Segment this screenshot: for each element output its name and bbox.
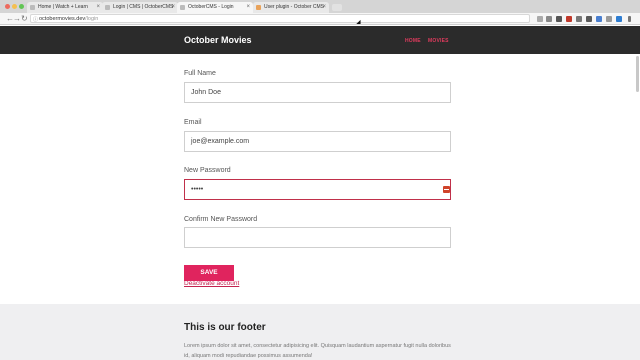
close-tab-icon[interactable]: ×: [246, 2, 250, 13]
page-icon: [180, 5, 185, 10]
footer-text: Lorem ipsum dolor sit amet, consectetur …: [184, 343, 451, 359]
new-password-input[interactable]: •••••: [184, 179, 451, 200]
forward-arrow-icon[interactable]: →: [13, 14, 21, 24]
tab-title: Login | CMS | OctoberCMS: [113, 4, 174, 10]
url-path: /login: [85, 16, 99, 22]
full-name-input[interactable]: John Doe: [184, 82, 451, 103]
save-button[interactable]: SAVE: [184, 265, 234, 281]
new-password-label: New Password: [184, 167, 231, 174]
browser-tab-active[interactable]: OctoberCMS - Login ×: [177, 2, 253, 13]
extension-icon[interactable]: [596, 16, 602, 22]
close-tab-icon[interactable]: ×: [322, 2, 326, 13]
browser-tab[interactable]: Login | CMS | OctoberCMS ×: [102, 2, 178, 13]
brand-link[interactable]: October Movies: [184, 35, 252, 45]
extension-icon[interactable]: [566, 16, 572, 22]
nav-home-link[interactable]: HOME: [405, 38, 421, 44]
close-tab-icon[interactable]: ×: [171, 2, 175, 13]
tab-title: OctoberCMS - Login: [188, 4, 234, 10]
tab-title: User plugin - October CMS: [264, 4, 325, 10]
full-name-label: Full Name: [184, 70, 216, 77]
extension-icon[interactable]: [606, 16, 612, 22]
page-icon: [30, 5, 35, 10]
info-icon: ⓘ: [33, 17, 39, 23]
minimize-window-icon[interactable]: [12, 4, 17, 9]
footer-title: This is our footer: [184, 322, 266, 333]
address-bar[interactable]: ⓘ octobermovies.dev/login: [30, 14, 530, 23]
october-icon: [256, 5, 261, 10]
browser-tab[interactable]: User plugin - October CMS ×: [253, 2, 329, 13]
extension-icon[interactable]: [546, 16, 552, 22]
page-scrollbar[interactable]: [636, 56, 639, 92]
page-icon: [105, 5, 110, 10]
deactivate-account-link[interactable]: Deactivate account: [184, 280, 239, 287]
email-input[interactable]: joe@example.com: [184, 131, 451, 152]
confirm-password-label: Confirm New Password: [184, 216, 258, 223]
tab-title: Home | Watch + Learn: [38, 4, 88, 10]
extension-icon[interactable]: [586, 16, 592, 22]
email-label: Email: [184, 119, 202, 126]
new-tab-button[interactable]: [332, 4, 342, 11]
browser-tab-bar: Home | Watch + Learn × Login | CMS | Oct…: [0, 0, 640, 13]
maximize-window-icon[interactable]: [19, 4, 24, 9]
reload-icon[interactable]: ↻: [21, 14, 28, 24]
confirm-password-input[interactable]: [184, 227, 451, 248]
close-window-icon[interactable]: [5, 4, 10, 9]
url-host: octobermovies.dev: [39, 16, 86, 22]
site-footer: This is our footer Lorem ipsum dolor sit…: [0, 304, 640, 360]
bookmark-star-icon[interactable]: [537, 16, 543, 22]
password-mask: •••••: [191, 186, 204, 193]
close-tab-icon[interactable]: ×: [96, 2, 100, 13]
nav-movies-link[interactable]: MOVIES: [428, 38, 449, 44]
menu-icon[interactable]: [628, 16, 631, 22]
extension-icon[interactable]: [616, 16, 622, 22]
browser-toolbar: ← → ↻ ⓘ octobermovies.dev/login: [0, 13, 640, 25]
site-header: October Movies HOME MOVIES: [0, 26, 640, 54]
password-manager-icon[interactable]: [443, 186, 450, 193]
extension-icon[interactable]: [576, 16, 582, 22]
extension-icon[interactable]: [556, 16, 562, 22]
browser-tab[interactable]: Home | Watch + Learn ×: [27, 2, 103, 13]
